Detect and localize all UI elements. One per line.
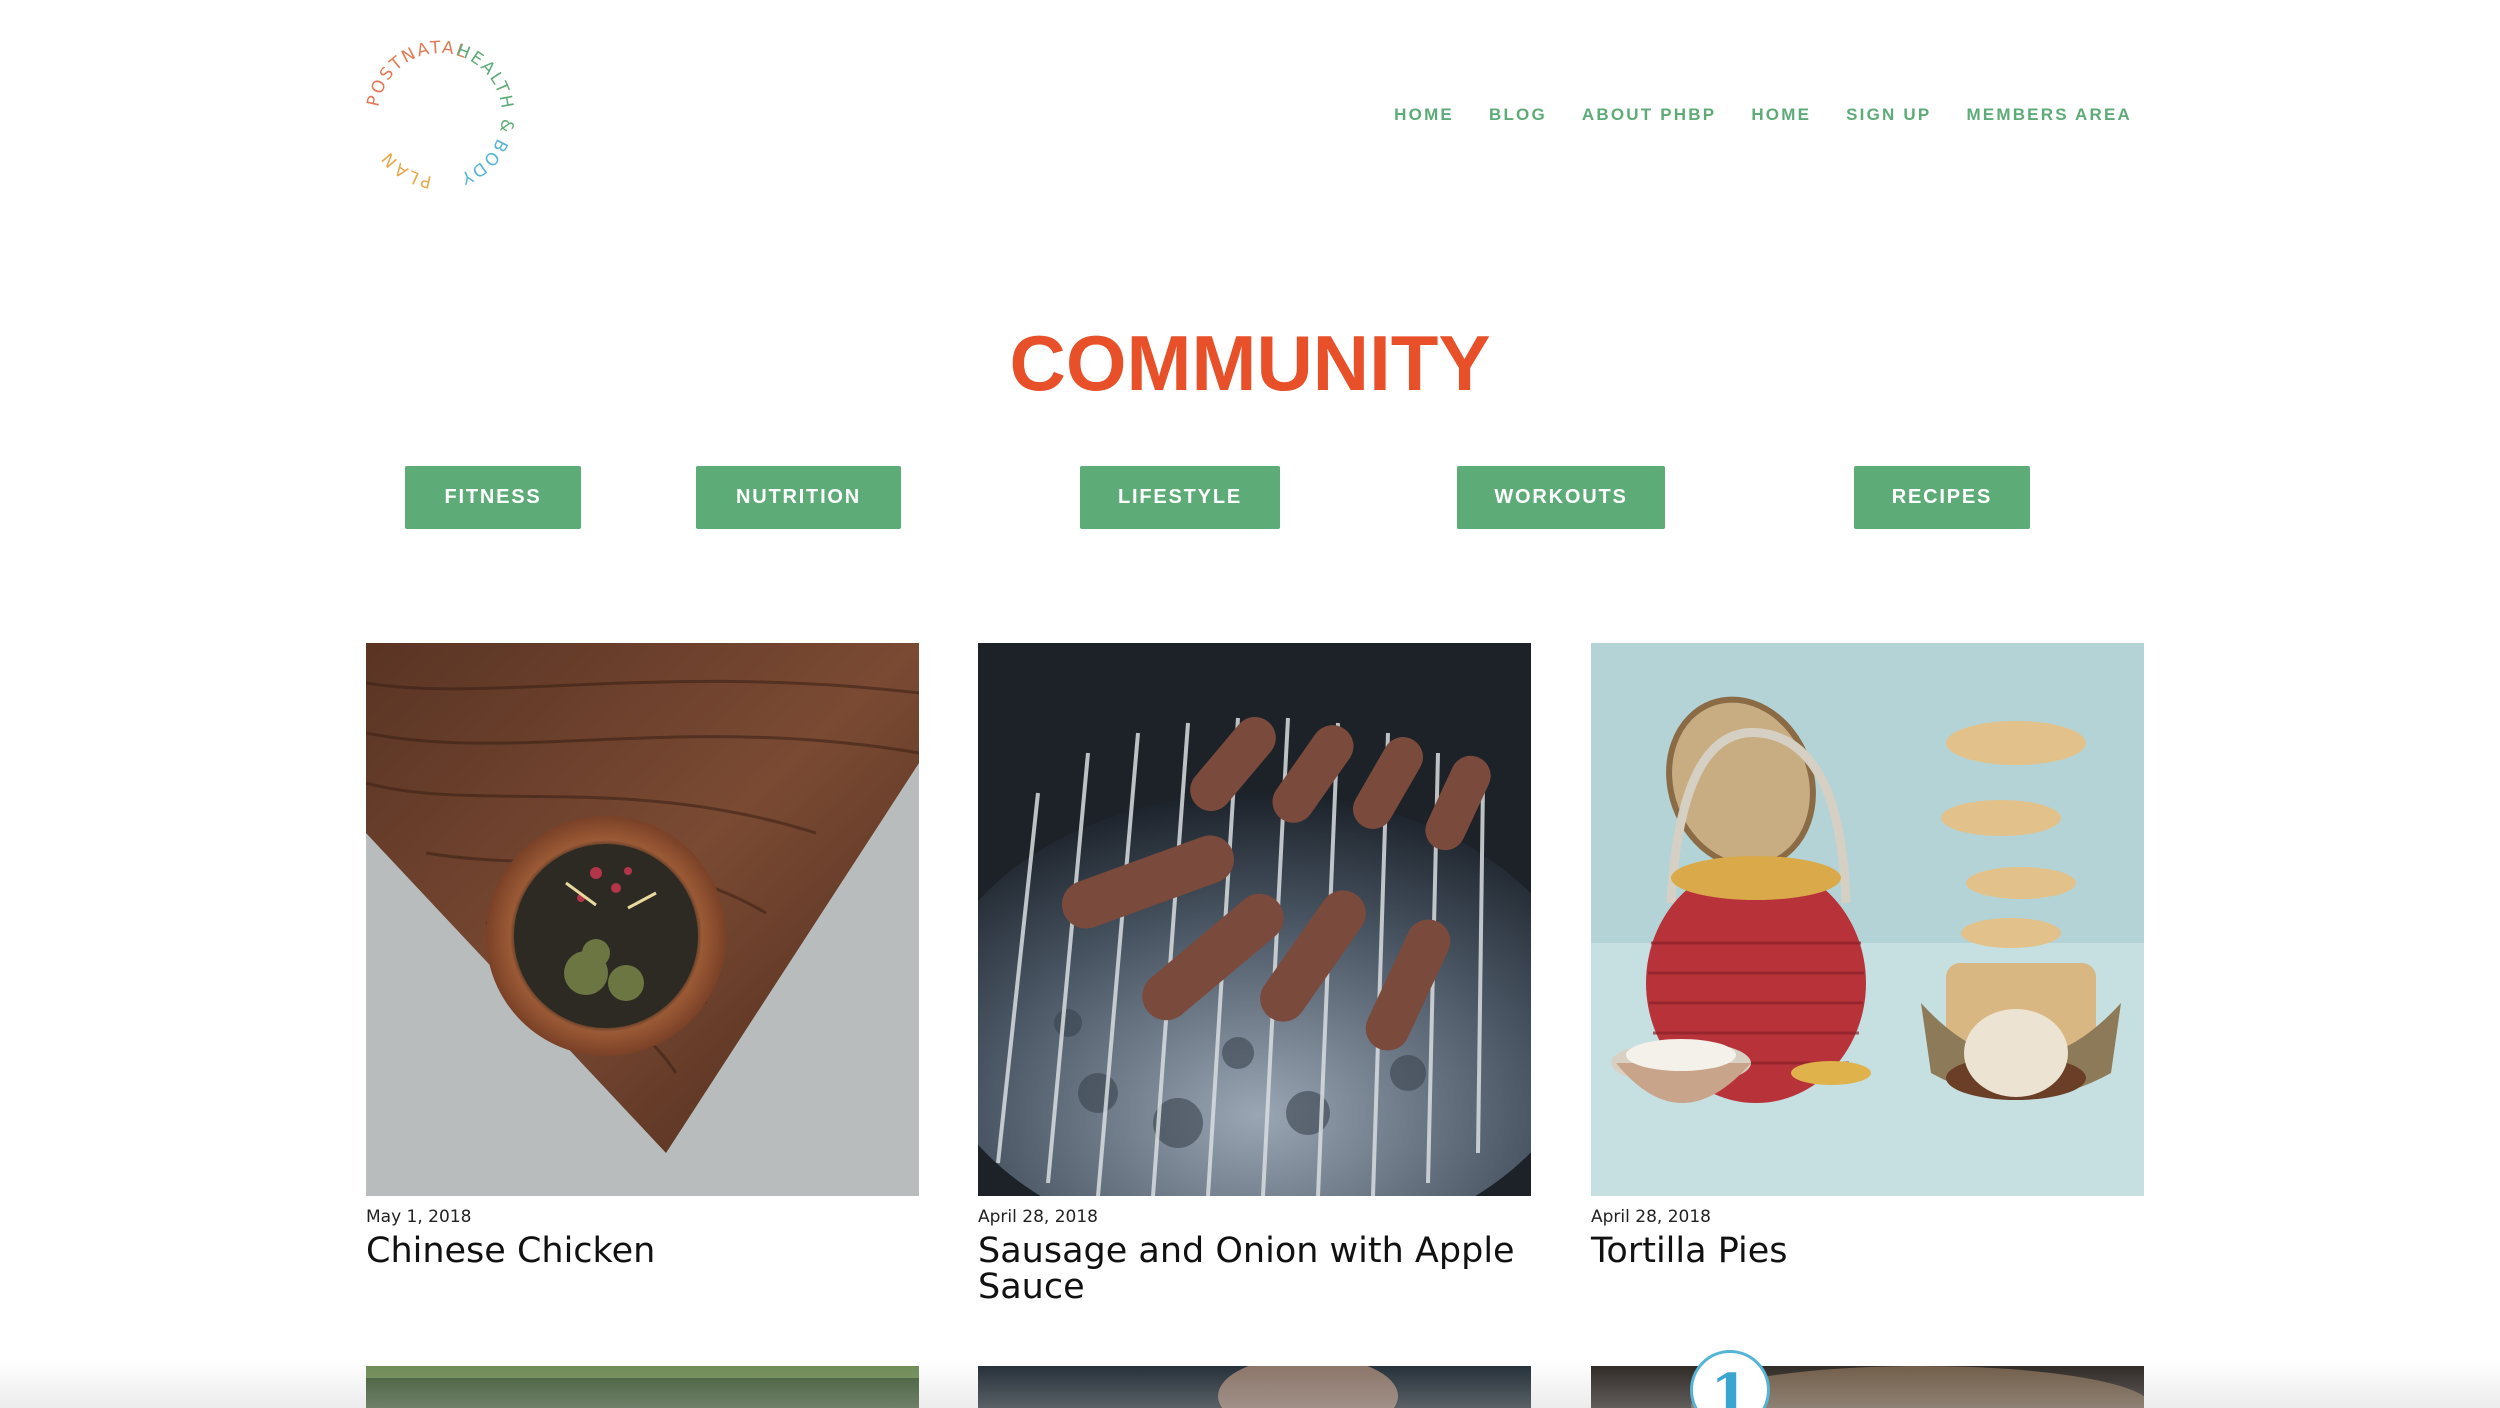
category-fitness-button[interactable]: FITNESS [405,466,581,529]
post-image[interactable] [1591,643,2144,1196]
post-title[interactable]: Tortilla Pies [1591,1233,2144,1269]
page: POSTNATAL HEALTH & BODY PLAN HOME BLOG A… [0,0,2500,1408]
post-card[interactable]: April 28, 2018 Sausage and Onion with Ap… [978,643,1531,1305]
logo-text-plan: PLAN [377,147,433,190]
category-workouts-button[interactable]: WORKOUTS [1457,466,1665,529]
post-title[interactable]: Chinese Chicken [366,1233,919,1269]
post-card[interactable]: May 1, 2018 Chinese Chicken [366,643,919,1269]
post-date: April 28, 2018 [978,1207,1098,1227]
nav-sign-up[interactable]: SIGN UP [1846,105,1931,125]
post-image-partial[interactable] [366,1366,919,1408]
nav-home[interactable]: HOME [1394,105,1454,125]
nav-home-2[interactable]: HOME [1751,105,1811,125]
post-image-partial[interactable] [1591,1366,2144,1408]
nav-members-area[interactable]: MEMBERS AREA [1966,105,2132,125]
logo-text-body: BODY [456,136,511,189]
logo-text-health: HEALTH & [454,41,515,136]
badge-number: 1 [1710,1362,1750,1408]
post-card[interactable]: April 28, 2018 Tortilla Pies [1591,643,2144,1269]
category-recipes-button[interactable]: RECIPES [1854,466,2030,529]
nav-blog[interactable]: BLOG [1489,105,1547,125]
post-date: May 1, 2018 [366,1207,472,1227]
post-image[interactable] [366,643,919,1196]
logo-emblem: POSTNATAL HEALTH & BODY PLAN [365,40,515,190]
main-nav: HOME BLOG ABOUT PHBP HOME SIGN UP MEMBER… [1359,105,2132,125]
category-lifestyle-button[interactable]: LIFESTYLE [1080,466,1280,529]
category-nutrition-button[interactable]: NUTRITION [696,466,901,529]
password-manager-badge-icon[interactable]: 1 [1690,1350,1770,1408]
post-date: April 28, 2018 [1591,1207,1711,1227]
post-image-partial[interactable] [978,1366,1531,1408]
site-logo[interactable]: POSTNATAL HEALTH & BODY PLAN [365,40,515,190]
page-title: COMMUNITY [1009,319,1491,407]
post-image[interactable] [978,643,1531,1196]
nav-about[interactable]: ABOUT PHBP [1582,105,1716,125]
post-title[interactable]: Sausage and Onion with Apple Sauce [978,1233,1531,1305]
logo-text-postnatal: POSTNATAL [365,40,471,108]
